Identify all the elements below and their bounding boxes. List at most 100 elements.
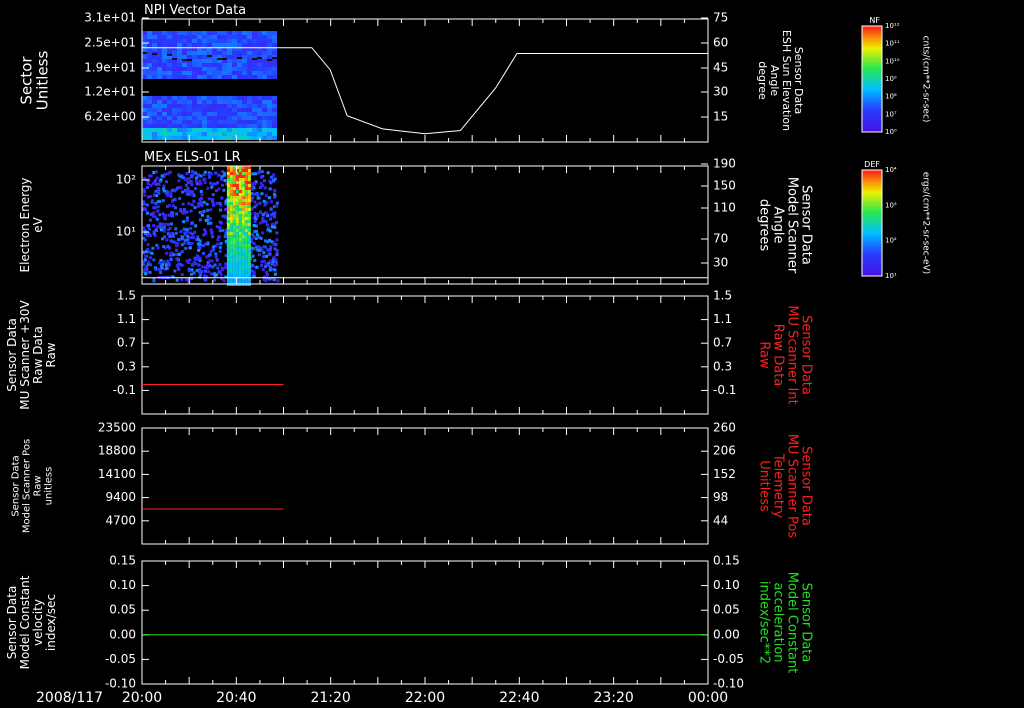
colorbar-tick-label: 10⁹ — [885, 75, 897, 83]
heatmap-cell — [147, 75, 152, 79]
right-y-tick-label: 0.10 — [713, 578, 740, 592]
heatmap-cell — [272, 136, 277, 140]
heatmap-cell — [272, 104, 277, 108]
heatmap-cell — [229, 196, 233, 199]
heatmap-cell — [237, 120, 242, 124]
heatmap-cell — [172, 31, 177, 35]
heatmap-cell — [213, 263, 217, 267]
heatmap-cell — [247, 55, 252, 59]
right-y-tick-label: 98 — [713, 490, 728, 504]
heatmap-cell — [147, 132, 152, 136]
heatmap-cell — [147, 55, 152, 59]
y-tick-label: 3.1e+01 — [84, 11, 136, 25]
heatmap-cell — [147, 124, 152, 128]
heatmap-cell — [197, 270, 201, 274]
heatmap-cell — [212, 59, 217, 63]
heatmap-cell — [252, 67, 257, 71]
right-axis-label: Model Scanner — [785, 177, 800, 274]
heatmap-cell — [187, 59, 192, 61]
heatmap-cell — [232, 193, 236, 196]
heatmap-cell — [229, 280, 233, 283]
heatmap-cell — [247, 271, 251, 274]
y-tick-label: 0.00 — [109, 627, 136, 641]
heatmap-cell — [197, 112, 202, 116]
heatmap-cell — [220, 177, 224, 181]
heatmap-cell — [252, 75, 257, 79]
heatmap-cell — [212, 116, 217, 120]
heatmap-cell — [264, 279, 268, 283]
heatmap-cell — [172, 58, 177, 60]
heatmap-cell — [182, 100, 187, 104]
heatmap-cell — [226, 244, 230, 247]
heatmap-cell — [257, 100, 262, 104]
heatmap-cell — [273, 195, 277, 199]
heatmap-cell — [253, 258, 257, 262]
right-y-tick-label: 70 — [713, 232, 728, 246]
heatmap-cell — [252, 272, 256, 276]
heatmap-cell — [271, 173, 275, 177]
heatmap-cell — [202, 200, 206, 204]
heatmap-cell — [207, 75, 212, 79]
heatmap-cell — [202, 59, 207, 63]
heatmap-cell — [247, 250, 251, 253]
heatmap-cell — [142, 128, 147, 132]
heatmap-cell — [212, 39, 217, 43]
heatmap-cell — [237, 75, 242, 79]
heatmap-cell — [152, 55, 157, 59]
heatmap-cell — [147, 39, 152, 43]
colorbar-tick-label: 10¹⁰ — [885, 57, 900, 65]
heatmap-cell — [227, 100, 232, 104]
heatmap-cell — [255, 203, 259, 207]
heatmap-cell — [235, 175, 239, 178]
y-tick-label: -0.05 — [105, 652, 136, 666]
right-y-tick-label: 260 — [713, 421, 736, 435]
heatmap-cell — [217, 132, 222, 136]
heatmap-cell — [173, 269, 177, 273]
heatmap-cell — [262, 255, 266, 259]
heatmap-cell — [238, 232, 242, 235]
heatmap-cell — [202, 233, 206, 237]
heatmap-cell — [226, 256, 230, 259]
heatmap-cell — [177, 120, 182, 124]
heatmap-cell — [192, 43, 197, 47]
right-axis-label: MU Scanner Pos — [785, 434, 800, 539]
heatmap-cell — [235, 190, 239, 193]
heatmap-cell — [244, 223, 248, 226]
heatmap-cell — [147, 96, 152, 100]
heatmap-cell — [237, 96, 242, 100]
right-axis-label: acceleration — [771, 582, 786, 662]
heatmap-cell — [187, 260, 191, 264]
heatmap-cell — [187, 71, 192, 75]
heatmap-cell — [197, 128, 202, 132]
heatmap-cell — [247, 241, 251, 244]
heatmap-cell — [142, 52, 147, 54]
heatmap-cell — [227, 132, 232, 136]
heatmap-cell — [197, 124, 202, 128]
heatmap-cell — [212, 132, 217, 136]
heatmap-cell — [262, 96, 267, 100]
heatmap-cell — [244, 181, 248, 184]
heatmap-cell — [244, 250, 248, 253]
heatmap-cell — [238, 271, 242, 274]
heatmap-cell — [162, 229, 166, 233]
heatmap-cell — [232, 169, 236, 172]
heatmap-cell — [162, 51, 167, 55]
heatmap-cell — [247, 104, 252, 108]
heatmap-cell — [162, 31, 167, 35]
heatmap-cell — [260, 260, 264, 264]
heatmap-cell — [238, 196, 242, 199]
heatmap-cell — [142, 55, 147, 59]
heatmap-cell — [226, 265, 230, 268]
heatmap-cell — [167, 263, 171, 267]
heatmap-cell — [207, 96, 212, 100]
heatmap-cell — [202, 251, 206, 255]
heatmap-cell — [162, 112, 167, 116]
heatmap-cell — [258, 185, 262, 189]
heatmap-cell — [235, 250, 239, 253]
heatmap-cell — [255, 191, 259, 195]
heatmap-cell — [147, 35, 152, 39]
heatmap-cell — [148, 270, 152, 274]
heatmap-cell — [244, 214, 248, 217]
heatmap-cell — [187, 100, 192, 104]
left-axis-label: Electron Energy — [18, 177, 32, 272]
